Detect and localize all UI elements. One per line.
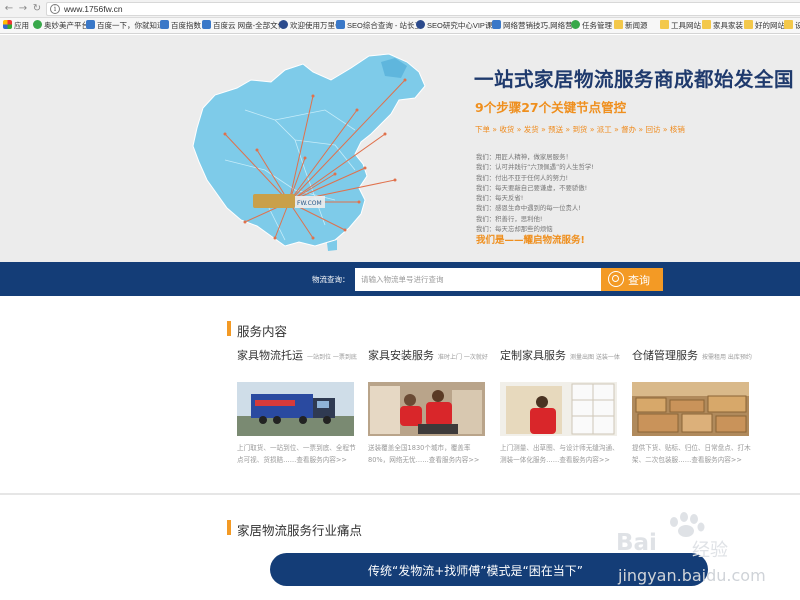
pain-point-banner-text: 传统“发物流+找师傅”模式是“困在当下” — [368, 564, 583, 578]
process-step: 收货 — [499, 125, 515, 134]
hero-subtitle: 9个步骤27个关键节点管控 — [475, 100, 627, 115]
address-bar: ← → ↻ i www.1756fw.cn — [0, 0, 800, 18]
bookmark-item[interactable]: SEO研究中心VIP课程 — [416, 20, 500, 32]
folder-icon — [702, 20, 711, 29]
process-step: 发货 — [523, 125, 539, 134]
watermark-logo-cn: 经验 — [692, 540, 728, 561]
bookmark-folder[interactable]: 设计 — [784, 20, 800, 32]
process-step: 到货 — [572, 125, 588, 134]
motto-line: 我们：每天反省! — [476, 194, 524, 203]
motto-line: 我们：积善行，思利他! — [476, 214, 543, 223]
step-arrow-icon: » — [611, 125, 622, 134]
step-arrow-icon: » — [490, 125, 500, 134]
at-icon — [571, 20, 580, 29]
hero-banner: FW.COM 一站式家居物流服务商成都始发全国 9个步骤27个关键节点管控 下单… — [0, 35, 800, 262]
url-text: www.1756fw.cn — [64, 4, 123, 14]
seo-icon — [336, 20, 345, 29]
cloud-icon — [202, 20, 211, 29]
bookmark-folder[interactable]: 好的网站 — [744, 20, 785, 32]
service-desc-custom: 上门测量、出草图、与设计师无缝沟通、测装一体化服务……查看服务内容>> — [500, 444, 619, 464]
china-map-illustration: FW.COM — [192, 53, 426, 251]
service-desc-logistics: 上门取货、一站到位、一票到底、全程节点可视、货损赔……查看服务内容>> — [237, 444, 356, 464]
hero-steps: 下单 » 收货 » 发货 » 预送 » 到货 » 派工 » 督办 » 回访 » … — [475, 124, 685, 135]
bookmark-folder[interactable]: 工具网站 — [660, 20, 701, 32]
process-step: 核销 — [669, 125, 685, 134]
folder-icon — [784, 20, 793, 29]
bookmark-item[interactable]: 百度一下，你就知道 — [86, 20, 165, 32]
motto-line: 我们：认可并践行“六顶佩遇”的人生哲学! — [476, 163, 594, 172]
custom-furniture-photo[interactable] — [500, 382, 617, 436]
hero-title: 一站式家居物流服务商成都始发全国 — [474, 68, 795, 91]
installation-photo[interactable] — [368, 382, 485, 436]
step-arrow-icon: » — [636, 125, 646, 134]
apps-icon — [3, 20, 12, 29]
baidu-paw-icon — [670, 512, 705, 537]
service-title-warehouse[interactable]: 仓储管理服务 按需租用 出库预约 — [632, 347, 752, 363]
service-title-installation[interactable]: 家具安装服务 准时上门 一次就好 — [368, 347, 488, 363]
process-step: 下单 — [475, 125, 490, 134]
service-desc-warehouse: 提供下货、贴标、归位、日常盘点、打木架、二次包装服……查看服务内容>> — [632, 444, 751, 464]
bookmark-item[interactable]: 网络营销技巧,网络营 — [492, 20, 573, 32]
tracking-number-input[interactable] — [355, 268, 601, 291]
map-logo-text: FW.COM — [297, 200, 322, 207]
h-icon — [279, 20, 288, 29]
baidu-icon — [160, 20, 169, 29]
hero-motto-list: 我们：用匠人精神，做家居服务！ 我们：认可并践行“六顶佩遇”的人生哲学! 我们：… — [476, 152, 594, 234]
reload-icon[interactable]: ↻ — [31, 2, 43, 15]
url-input[interactable]: i www.1756fw.cn — [46, 2, 800, 16]
folder-icon — [744, 20, 753, 29]
step-arrow-icon: » — [514, 125, 524, 134]
folder-icon — [614, 20, 623, 29]
bookmark-folder[interactable]: 新闻源 — [614, 20, 648, 32]
seo-icon — [416, 20, 425, 29]
service-title-custom[interactable]: 定制家具服务 测量出图 送装一体 — [500, 347, 620, 363]
watermark-url: jingyan.baidu.com — [618, 566, 766, 585]
bookmark-item[interactable]: 百度云 网盘-全部文件 — [202, 20, 285, 32]
warehouse-photo[interactable] — [632, 382, 749, 436]
bookmark-item[interactable]: 百度指数 — [160, 20, 201, 32]
services-section-title: 服务内容 — [237, 324, 288, 339]
motto-line: 我们：感恩生命中遇到的每一位贵人! — [476, 204, 581, 213]
step-arrow-icon: » — [587, 125, 597, 134]
tracking-search-bar: 物流查询： 查询 — [0, 262, 800, 296]
globe-icon — [33, 20, 42, 29]
process-step: 回访 — [645, 125, 661, 134]
step-arrow-icon: » — [538, 125, 549, 134]
back-arrow-icon[interactable]: ← — [3, 2, 15, 15]
motto-line: 我们：付出不亚于任何人的努力! — [476, 173, 569, 182]
section-accent-bar — [227, 520, 231, 535]
truck-photo[interactable] — [237, 382, 354, 436]
watermark-logo-text: Bai — [616, 530, 657, 556]
step-arrow-icon: » — [660, 125, 670, 134]
forward-arrow-icon[interactable]: → — [17, 2, 29, 15]
bookmark-item[interactable]: SEO综合查询 - 站长工 — [336, 20, 422, 32]
hero-slogan: 我们是——耀启物流服务! — [476, 235, 585, 246]
service-title-logistics[interactable]: 家具物流托运 一站到位 一票到底 — [237, 347, 357, 363]
baidu-icon — [86, 20, 95, 29]
process-step: 派工 — [596, 125, 612, 134]
section-divider — [0, 493, 800, 495]
bookmark-apps[interactable]: 应用 — [3, 20, 29, 32]
bookmark-item[interactable]: 欢迎使用万里牛 — [279, 20, 343, 32]
info-icon[interactable]: i — [50, 4, 60, 14]
bookmarks-bar: 应用 奥妙美产平台 百度一下，你就知道 百度指数 百度云 网盘-全部文件 欢迎使… — [0, 18, 800, 34]
query-button[interactable]: 查询 — [601, 268, 663, 291]
search-icon — [608, 271, 624, 287]
section-accent-bar — [227, 321, 231, 336]
tracking-label: 物流查询： — [312, 275, 350, 284]
motto-line: 我们：每天要敲自己要谦虚，不要骄傲! — [476, 183, 588, 192]
process-step: 预送 — [548, 125, 564, 134]
motto-line: 我们：用匠人精神，做家居服务！ — [476, 153, 572, 161]
doc-icon — [492, 20, 501, 29]
bookmark-item[interactable]: 奥妙美产平台 — [33, 20, 89, 32]
pain-points-section-title: 家居物流服务行业痛点 — [237, 523, 363, 538]
bookmark-folder[interactable]: 家具家装 — [702, 20, 743, 32]
bookmark-item[interactable]: 任务管理 — [571, 20, 612, 32]
page: ← → ↻ i www.1756fw.cn 应用 奥妙美产平台 百度一下，你就知… — [0, 0, 800, 600]
process-step: 督办 — [621, 125, 637, 134]
service-desc-installation: 送装覆盖全国1830个城市，覆盖率80%，网络无忧……查看服务内容>> — [368, 444, 480, 464]
folder-icon — [660, 20, 669, 29]
